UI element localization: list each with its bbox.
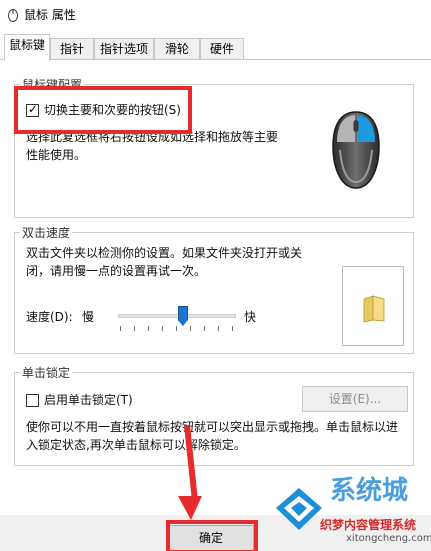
click-lock-settings-button[interactable]: 设置(E)... [302, 386, 408, 412]
mouse-illustration-icon [332, 111, 380, 189]
watermark-site: 织梦内容管理系统 [320, 518, 417, 532]
click-lock-label[interactable]: 启用单击锁定(T) [44, 391, 133, 409]
double-click-description-line2: 闭，请用慢一点的设置再试一次。 [26, 264, 207, 278]
slider-tick [120, 326, 121, 331]
tab-hardware[interactable]: 硬件 [200, 38, 244, 60]
click-lock-description-line2: 入锁定状态,再次单击鼠标可以解除锁定。 [26, 438, 246, 452]
click-lock-title: 单击锁定 [20, 364, 73, 381]
slider-tick [204, 326, 205, 331]
slider-tick [176, 326, 177, 331]
watermark-url: xitongcheng.com [346, 533, 431, 544]
tab-pointer-options[interactable]: 指针选项 [94, 38, 154, 60]
click-lock-description-line1: 使你可以不用一直按着鼠标按钮就可以突出显示或拖拽。单击鼠标以进 [26, 420, 399, 434]
swap-description-line2: 性能使用。 [26, 148, 87, 162]
speed-slider-track[interactable] [118, 314, 236, 318]
slider-tick [162, 326, 163, 331]
watermark-brand: 系统城 [330, 476, 409, 506]
watermark: 系统城 织梦内容管理系统 xitongcheng.com [270, 470, 431, 551]
slider-tick [148, 326, 149, 331]
double-click-description-line1: 双击文件夹以检测你的设置。如果文件夹没打开或关 [26, 246, 303, 260]
title-bar: 鼠标 属性 [0, 0, 431, 30]
slow-label: 慢 [82, 310, 95, 324]
ok-button-highlight-box [166, 520, 258, 551]
red-arrow-head-icon [178, 496, 202, 520]
mouse-icon [8, 9, 18, 22]
checkbox-highlight-box [14, 86, 192, 134]
test-folder-box[interactable] [342, 266, 404, 346]
window-title: 鼠标 属性 [24, 8, 76, 22]
slider-tick [232, 326, 233, 331]
tab-wheel[interactable]: 滑轮 [154, 38, 200, 60]
fast-label: 快 [244, 310, 257, 324]
slider-tick [218, 326, 219, 331]
slider-tick [190, 326, 191, 331]
click-lock-checkbox[interactable] [26, 394, 39, 407]
speed-label: 速度(D): [26, 310, 73, 324]
tab-buttons[interactable]: 鼠标键 [4, 34, 50, 61]
tab-strip: 鼠标键 指针 指针选项 滑轮 硬件 [0, 34, 431, 61]
folder-icon [363, 295, 385, 323]
tab-pointers[interactable]: 指针 [50, 38, 94, 60]
slider-tick [134, 326, 135, 331]
double-click-title: 双击速度 [20, 224, 73, 241]
brand-logo-icon [276, 488, 322, 530]
